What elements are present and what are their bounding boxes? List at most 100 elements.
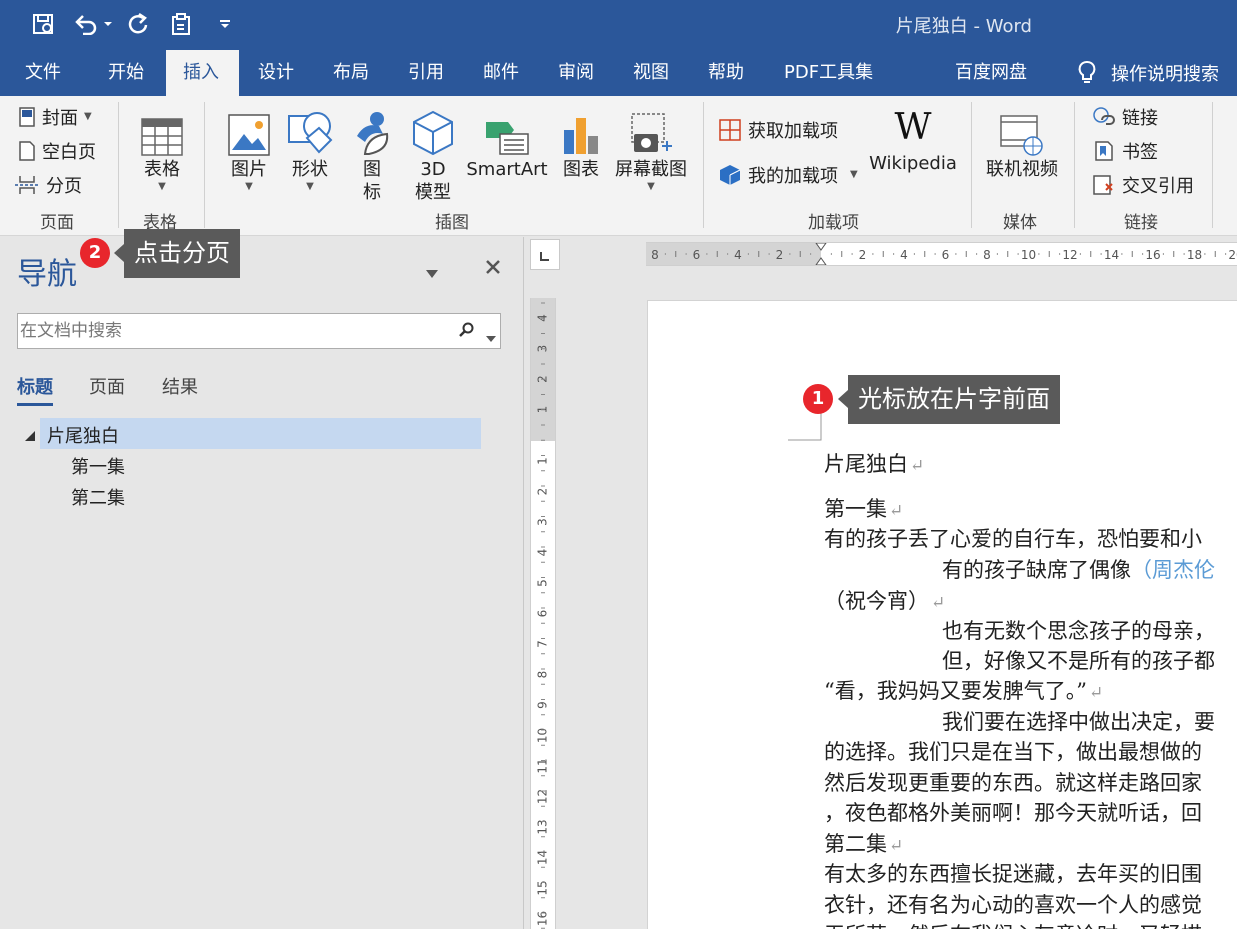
get-addins-button[interactable]: 获取加载项 [718,115,838,145]
undo-icon[interactable] [72,10,100,38]
tab-home[interactable]: 开始 [91,50,161,96]
tab-review[interactable]: 审阅 [541,50,611,96]
tab-layout[interactable]: 布局 [316,50,386,96]
ruler-label: 8 [651,248,659,262]
document-search-input[interactable] [20,316,440,346]
tab-references[interactable]: 引用 [391,50,461,96]
tab-file[interactable]: 文件 [8,50,78,96]
document-line[interactable]: 有的孩子缺席了偶像（周杰伦 [942,554,1215,584]
screenshot-button[interactable]: 屏幕截图 ▼ [614,104,688,193]
step-badge-2: 2 [80,238,110,268]
bookmark-button[interactable]: 书签 [1092,136,1158,166]
ruler-label: 6 [536,610,550,618]
document-line[interactable]: 也有无数个思念孩子的母亲， [942,615,1215,645]
online-video-button[interactable]: 联机视频 [984,104,1060,181]
table-icon [141,118,183,156]
tab-view[interactable]: 视图 [616,50,686,96]
table-button[interactable]: 表格 ▼ [140,104,184,193]
document-line[interactable]: 我们要在选择中做出决定，要 [942,706,1215,736]
wikipedia-button[interactable]: W Wikipedia [866,104,960,175]
shapes-button[interactable]: 形状 ▼ [287,104,333,193]
margin-corner-mark [788,411,822,441]
save-icon[interactable] [28,10,58,38]
group-label-illustrations: 插图 [435,213,469,233]
tab-pages[interactable]: 页面 [89,373,125,399]
document-line[interactable]: ，夜色都格外美丽啊！那今天就听话，回 [824,797,1202,827]
ruler-label: 16 [1145,248,1160,262]
title-bar: 片尾独白 - Word [0,0,1237,50]
tab-baidu-netdisk[interactable]: 百度网盘 [938,50,1044,96]
heading-item[interactable]: 片尾独白 [47,422,119,448]
undo-dropdown-icon[interactable] [101,10,115,38]
tab-pdf-tools[interactable]: PDF工具集 [767,50,890,96]
icons-button[interactable]: 图 标 [350,104,394,204]
group-separator [703,102,704,228]
ruler-label: 6 [693,248,701,262]
collapse-arrow-icon[interactable] [24,427,36,446]
document-line[interactable]: 然后发现更重要的东西。就这样走路回家 [824,767,1202,797]
tab-insert[interactable]: 插入 [166,50,239,96]
search-icon[interactable] [458,322,474,342]
group-label-links: 链接 [1124,213,1158,233]
document-line[interactable]: 但，好像又不是所有的孩子都 [942,645,1215,675]
tab-results[interactable]: 结果 [162,373,198,399]
document-line[interactable]: 第一集 ↵ [824,493,903,523]
document-line[interactable]: 有的孩子丢了心爱的自行车，恐怕要和小 [824,523,1202,553]
cross-reference-icon [1093,175,1113,195]
heading-item[interactable]: 第二集 [71,484,125,510]
tab-help[interactable]: 帮助 [691,50,761,96]
ruler-label: 9 [536,701,550,709]
search-options-icon[interactable] [486,328,496,347]
ruler-label: 8 [536,671,550,679]
blank-page-icon [19,141,35,161]
document-line[interactable]: 第二集 ↵ [824,828,903,858]
document-line[interactable]: 无所获，然后在我们心灰意冷时，又轻描 [824,919,1202,929]
clipboard-icon[interactable] [166,10,196,38]
smartart-button[interactable]: SmartArt [466,104,548,181]
chart-button[interactable]: 图表 [560,104,602,181]
ruler-label: 1 [536,457,550,465]
ruler-label: 7 [536,640,550,648]
tell-me-search[interactable]: 操作说明搜索 [1077,50,1219,96]
document-line[interactable]: 的选择。我们只是在当下，做出最想做的 [824,736,1202,766]
blank-page-button[interactable]: 空白页 [18,136,96,166]
ruler-label: 4 [734,248,742,262]
document-line[interactable]: 衣针，还有名为心动的喜欢一个人的感觉 [824,889,1202,919]
my-addins-button[interactable]: 我的加载项 ▼ [718,160,858,190]
page-break-icon [15,176,39,194]
close-icon[interactable] [485,259,501,279]
tab-selector[interactable] [530,239,560,270]
redo-icon[interactable] [124,10,152,38]
ruler-label: 20 [1228,248,1237,262]
heading-item[interactable]: 第一集 [71,453,125,479]
bookmark-icon [1095,141,1113,161]
document-line[interactable]: 片尾独白 ↵ [824,448,924,478]
cover-page-icon [19,107,35,127]
tab-design[interactable]: 设计 [241,50,311,96]
chart-icon [564,118,598,154]
group-separator [204,102,205,228]
3d-models-button[interactable]: 3D 模型 [411,104,455,204]
cross-reference-button[interactable]: 交叉引用 [1092,170,1194,200]
horizontal-ruler[interactable]: 8 6 4 2 2 4 6 8 10 12 14 16 18 20 [646,242,1237,266]
document-line[interactable]: 有太多的东西擅长捉迷藏，去年买的旧围 [824,858,1202,888]
picture-button[interactable]: 图片 ▼ [226,104,272,193]
group-separator [1074,102,1075,228]
tab-headings[interactable]: 标题 [17,373,53,406]
cover-page-button[interactable]: 封面 ▼ [18,102,92,132]
window-title: 片尾独白 - Word [895,16,1032,37]
pane-options-icon[interactable] [426,263,438,282]
document-line[interactable]: “看，我妈妈又要发脾气了。” ↵ [824,675,1103,705]
ruler-label: 5 [536,579,550,587]
vertical-ruler-scale: 432112345678910111213141516 [531,298,555,929]
ruler-label: 6 [942,248,950,262]
customize-qat-icon[interactable] [215,10,235,38]
page-break-button[interactable]: 分页 [14,170,82,200]
ruler-label: 2 [859,248,867,262]
document-line[interactable]: （祝今宵） ↵ [824,585,945,615]
ruler-label: 4 [900,248,908,262]
tab-mailings[interactable]: 邮件 [466,50,536,96]
ruler-label: 10 [1021,248,1036,262]
vertical-ruler[interactable]: 4 3 2 1 1 2 3 4 5 6 7 8 9 10 11 12 13 14 15 16 [530,298,556,929]
link-button[interactable]: 链接 [1092,102,1158,132]
